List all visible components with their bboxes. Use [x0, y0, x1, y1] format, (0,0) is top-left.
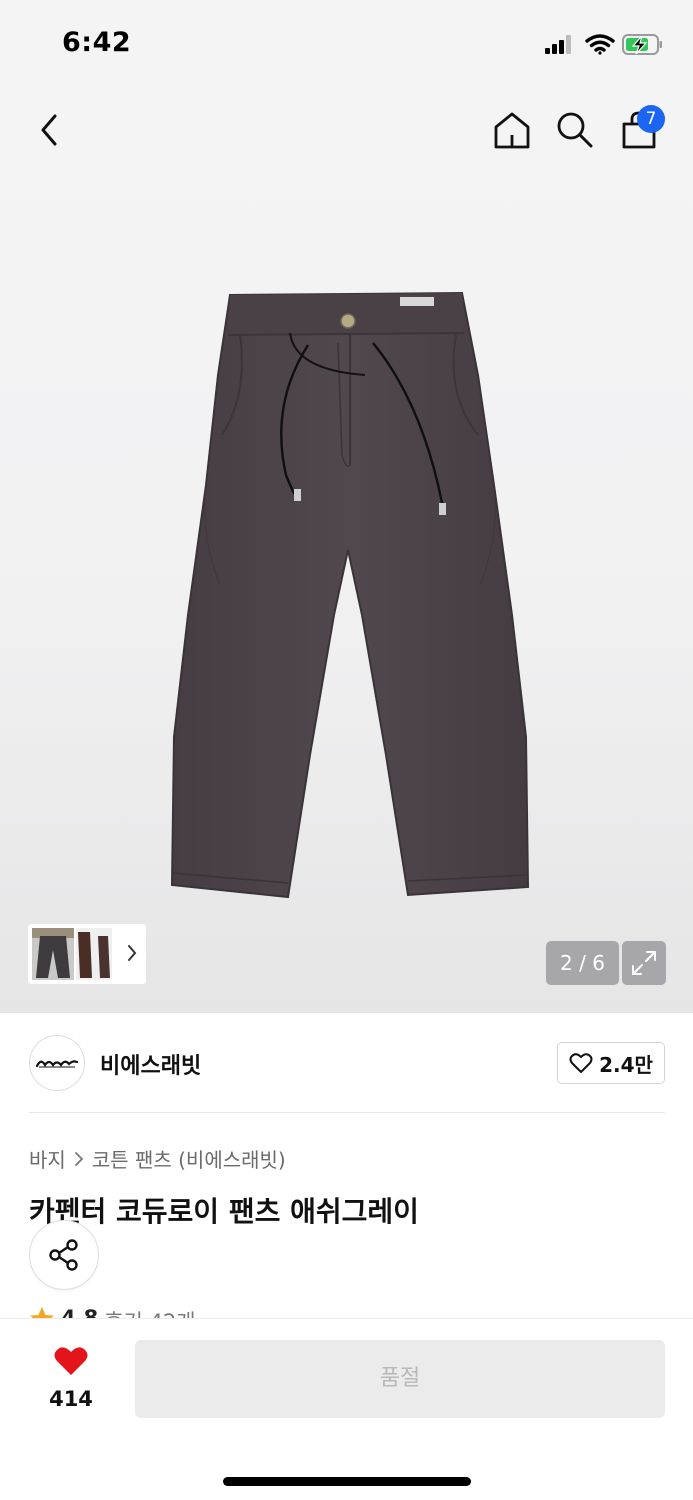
heart-filled-icon[interactable] [53, 1345, 89, 1377]
back-button[interactable] [24, 95, 74, 165]
brand-logo[interactable] [29, 1035, 85, 1091]
brand-logo-mark [35, 1060, 79, 1068]
search-icon [557, 112, 593, 148]
divider [29, 1112, 665, 1113]
wish-count: 414 [49, 1387, 93, 1411]
chevron-left-icon [41, 114, 57, 146]
top-nav [0, 95, 693, 165]
breadcrumb-category[interactable]: 바지 [29, 1144, 66, 1173]
image-page-indicator: 2 / 6 [546, 941, 619, 985]
status-bar: 6:42 [0, 0, 693, 90]
brand-name[interactable]: 비에스래빗 [100, 1048, 201, 1080]
bottom-action-bar: 414 품절 [0, 1318, 693, 1500]
cellular-signal-icon [545, 35, 571, 54]
thumbnail-strip[interactable] [28, 924, 146, 984]
home-indicator[interactable] [223, 1477, 471, 1486]
share-icon [49, 1239, 78, 1271]
brand-like-button[interactable]: 2.4만 [557, 1042, 665, 1084]
fullscreen-button[interactable] [622, 941, 666, 985]
brand-row: 비에스래빗 2.4만 [0, 1013, 693, 1113]
thumbnail-image [32, 928, 112, 980]
sold-out-button[interactable]: 품절 [135, 1340, 665, 1418]
product-image-gallery[interactable]: 6:42 7 2 / 6 [0, 0, 693, 1013]
product-title: 카펜터 코듀로이 팬츠 애쉬그레이 [29, 1195, 419, 1228]
status-icons [538, 30, 663, 64]
battery-icon [622, 34, 662, 55]
breadcrumb-subcategory[interactable]: 코튼 팬츠 (비에스래빗) [92, 1144, 286, 1173]
search-button[interactable] [550, 95, 600, 165]
chevron-right-icon [74, 1151, 84, 1166]
rating-row[interactable]: 4.8 후기 42개 [29, 1300, 196, 1320]
brand-like-count: 2.4만 [599, 1052, 653, 1077]
share-button[interactable] [29, 1220, 99, 1290]
expand-icon [632, 951, 656, 975]
chevron-right-icon [128, 945, 137, 961]
home-button[interactable] [487, 95, 537, 165]
status-time: 6:42 [62, 27, 132, 58]
breadcrumb: 바지 코튼 팬츠 (비에스래빗) [29, 1144, 286, 1173]
home-icon [494, 112, 530, 149]
product-photo [170, 291, 530, 899]
heart-outline-icon [569, 1053, 593, 1073]
wifi-icon [585, 34, 615, 55]
cart-count-badge: 7 [637, 105, 665, 133]
